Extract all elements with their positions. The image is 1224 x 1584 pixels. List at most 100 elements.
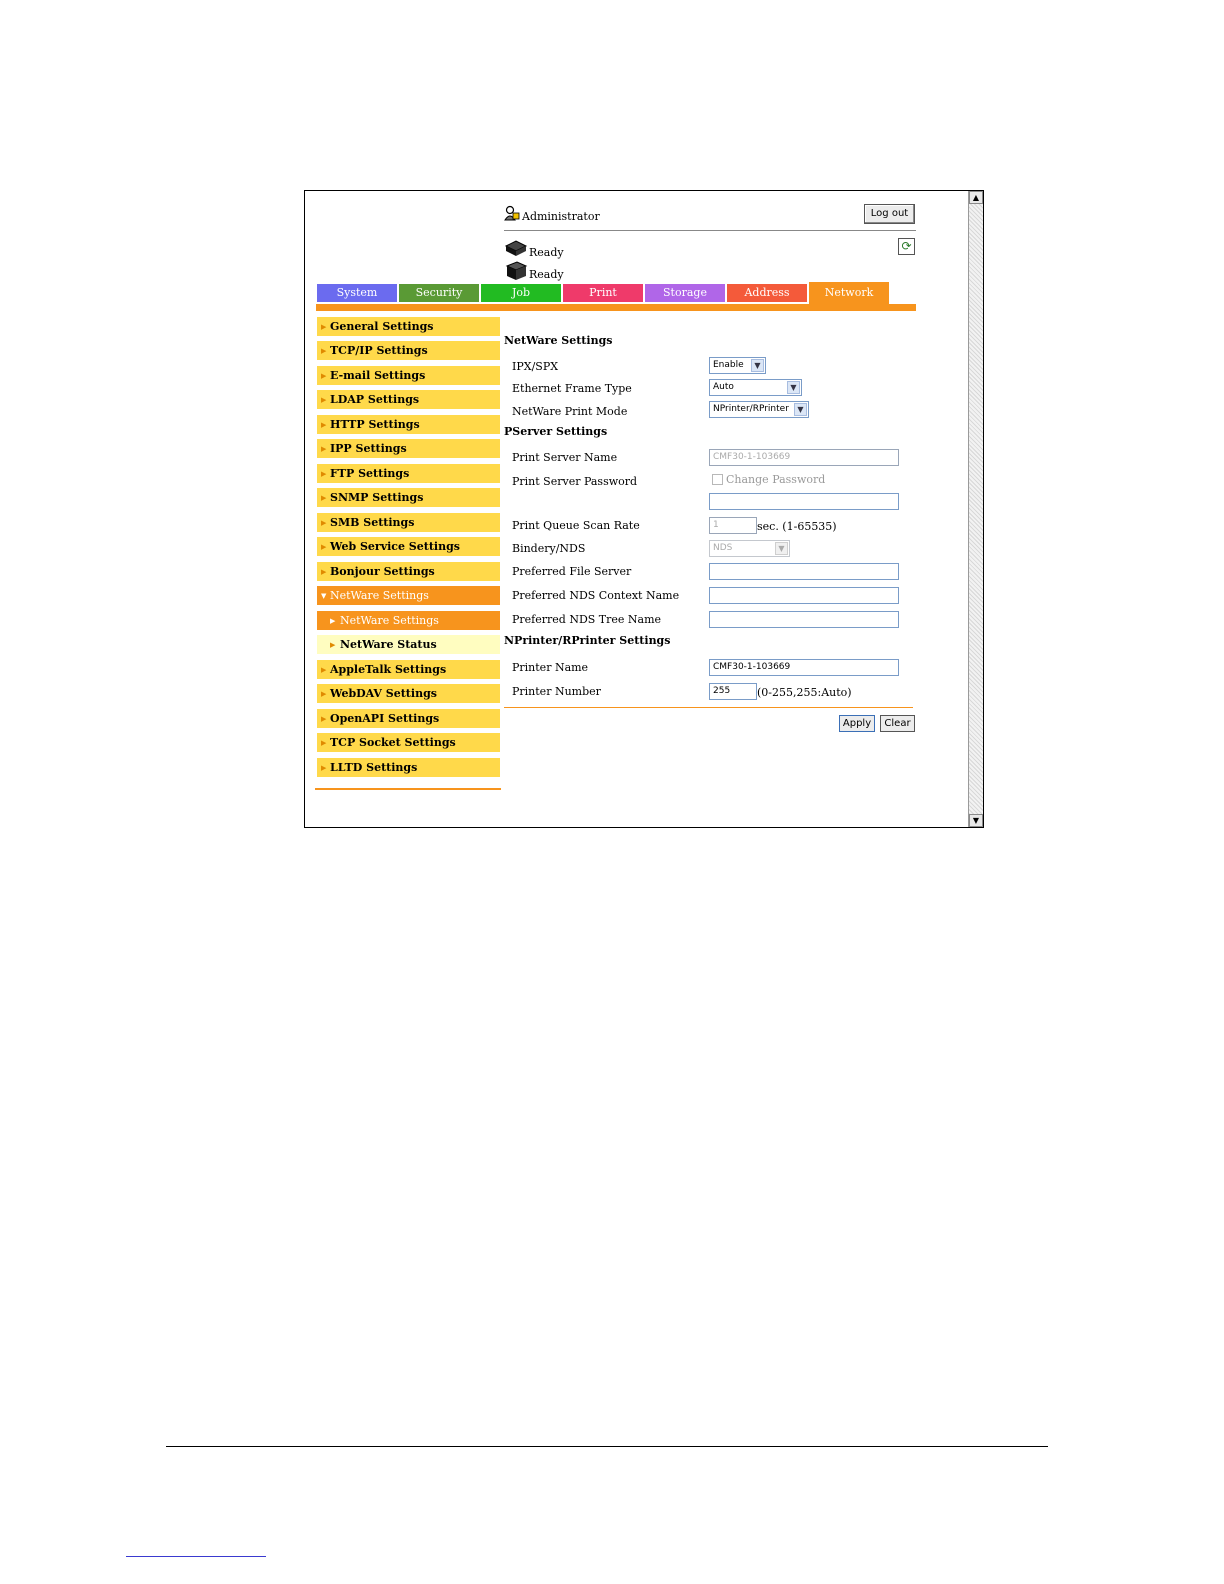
page-footer-link-underline (126, 1556, 266, 1557)
sidebar-item-smb[interactable]: ▶ SMB Settings (317, 513, 500, 533)
sidebar-item-http[interactable]: ▶ HTTP Settings (317, 415, 500, 435)
preferred-file-server-field[interactable] (709, 563, 899, 580)
page-footer-rule (166, 1446, 1048, 1447)
apply-button[interactable]: Apply (839, 715, 875, 732)
sidebar-item-label: FTP Settings (330, 467, 410, 480)
chevron-right-icon: ▶ (321, 494, 327, 502)
sidebar-item-label: E-mail Settings (330, 369, 426, 382)
frame-type-label: Ethernet Frame Type (512, 382, 632, 395)
printer-number-field[interactable]: 255 (709, 683, 757, 700)
chevron-right-icon: ▶ (321, 715, 327, 723)
chevron-right-icon: ▶ (321, 519, 327, 527)
scan-rate-field[interactable]: 1 (709, 517, 757, 534)
chevron-down-icon: ▼ (321, 592, 327, 600)
chevron-right-icon: ▶ (321, 421, 327, 429)
printer-name-label: Printer Name (512, 661, 589, 674)
sidebar-item-general[interactable]: ▶ General Settings (317, 317, 500, 337)
sidebar-item-label: AppleTalk Settings (330, 663, 447, 676)
chevron-right-icon: ▶ (321, 568, 327, 576)
scan-rate-range: sec. (1-65535) (757, 520, 837, 533)
sidebar-subitem-netware-settings[interactable]: ▶ NetWare Settings (317, 611, 500, 631)
sidebar-item-appletalk[interactable]: ▶ AppleTalk Settings (317, 660, 500, 680)
sidebar-item-label: HTTP Settings (330, 418, 420, 431)
tab-storage[interactable]: Storage (645, 284, 725, 302)
chevron-right-icon: ▶ (321, 372, 327, 380)
sidebar-item-label: TCP/IP Settings (330, 344, 428, 357)
nds-context-label: Preferred NDS Context Name (512, 589, 680, 602)
sidebar-item-label: Bonjour Settings (330, 565, 435, 578)
tab-network[interactable]: Network (809, 282, 889, 304)
preferred-file-server-label: Preferred File Server (512, 565, 632, 578)
chevron-right-icon: ▶ (321, 690, 327, 698)
nds-tree-field[interactable] (709, 611, 899, 628)
sidebar-item-label: NetWare Settings (330, 589, 429, 602)
frame-type-value: Auto (713, 382, 734, 392)
section-title-nprinter: NPrinter/RPrinter Settings (504, 634, 671, 647)
tab-system[interactable]: System (317, 284, 397, 302)
sidebar-item-bonjour[interactable]: ▶ Bonjour Settings (317, 562, 500, 582)
sidebar-item-lltd[interactable]: ▶ LLTD Settings (317, 758, 500, 778)
sidebar-subitem-netware-status[interactable]: ▶ NetWare Status (317, 635, 500, 655)
chevron-right-icon: ▶ (321, 470, 327, 478)
sidebar-item-ldap[interactable]: ▶ LDAP Settings (317, 390, 500, 410)
print-server-password-label: Print Server Password (512, 475, 638, 488)
chevron-right-icon: ▶ (321, 347, 327, 355)
tab-address[interactable]: Address (727, 284, 807, 302)
scan-rate-label: Print Queue Scan Rate (512, 519, 640, 532)
sidebar-item-ipp[interactable]: ▶ IPP Settings (317, 439, 500, 459)
sidebar-item-netware[interactable]: ▼ NetWare Settings (317, 586, 500, 606)
header-divider (504, 230, 916, 231)
chevron-right-icon: ▶ (330, 617, 336, 625)
chevron-right-icon: ▶ (321, 543, 327, 551)
sidebar-item-webdav[interactable]: ▶ WebDAV Settings (317, 684, 500, 704)
sidebar-item-snmp[interactable]: ▶ SNMP Settings (317, 488, 500, 508)
scanner-icon (504, 260, 528, 280)
bindery-select[interactable]: NDS ▼ (709, 540, 790, 557)
ipx-select-value: Enable (713, 360, 744, 370)
print-server-name-label: Print Server Name (512, 451, 618, 464)
printer-number-label: Printer Number (512, 685, 601, 698)
admin-icon (504, 205, 520, 221)
chevron-right-icon: ▶ (321, 323, 327, 331)
print-mode-value: NPrinter/RPrinter (713, 404, 789, 414)
scroll-up-icon[interactable]: ▲ (969, 191, 983, 204)
bindery-label: Bindery/NDS (512, 542, 586, 555)
change-password-checkbox[interactable] (712, 474, 723, 485)
section-title-pserver: PServer Settings (504, 425, 608, 438)
sidebar-item-label: General Settings (330, 320, 434, 333)
status-text-1: Ready (529, 246, 564, 259)
sidebar-item-label: OpenAPI Settings (330, 712, 440, 725)
clear-button[interactable]: Clear (880, 715, 915, 732)
scroll-down-icon[interactable]: ▼ (969, 814, 983, 827)
tab-security[interactable]: Security (399, 284, 479, 302)
sidebar-item-openapi[interactable]: ▶ OpenAPI Settings (317, 709, 500, 729)
change-password-label: Change Password (726, 473, 826, 486)
vertical-scrollbar[interactable]: ▲ ▼ (968, 191, 983, 827)
print-mode-label: NetWare Print Mode (512, 405, 628, 418)
sidebar-item-email[interactable]: ▶ E-mail Settings (317, 366, 500, 386)
frame-type-select[interactable]: Auto ▼ (709, 379, 802, 396)
chevron-right-icon: ▶ (321, 739, 327, 747)
print-server-name-field[interactable]: CMF30-1-103669 (709, 449, 899, 466)
print-mode-select[interactable]: NPrinter/RPrinter ▼ (709, 401, 809, 418)
nds-context-field[interactable] (709, 587, 899, 604)
sidebar-item-label: LDAP Settings (330, 393, 420, 406)
chevron-down-icon: ▼ (775, 542, 788, 555)
chevron-right-icon: ▶ (321, 396, 327, 404)
sidebar-item-tcp-socket[interactable]: ▶ TCP Socket Settings (317, 733, 500, 753)
print-server-password-field[interactable] (709, 493, 899, 510)
tab-print[interactable]: Print (563, 284, 643, 302)
printer-name-field[interactable]: CMF30-1-103669 (709, 659, 899, 676)
sidebar-item-tcpip[interactable]: ▶ TCP/IP Settings (317, 341, 500, 361)
sidebar-item-ftp[interactable]: ▶ FTP Settings (317, 464, 500, 484)
sidebar-item-label: SMB Settings (330, 516, 415, 529)
ipx-label: IPX/SPX (512, 360, 559, 373)
browser-viewport: Administrator Log out Ready ⟳ Ready Syst… (304, 190, 984, 828)
logout-button[interactable]: Log out (864, 204, 915, 224)
nds-tree-label: Preferred NDS Tree Name (512, 613, 662, 626)
printer-icon (504, 239, 528, 257)
tab-job[interactable]: Job (481, 284, 561, 302)
sidebar-item-web-service[interactable]: ▶ Web Service Settings (317, 537, 500, 557)
ipx-select[interactable]: Enable ▼ (709, 357, 766, 374)
refresh-icon[interactable]: ⟳ (898, 238, 915, 255)
